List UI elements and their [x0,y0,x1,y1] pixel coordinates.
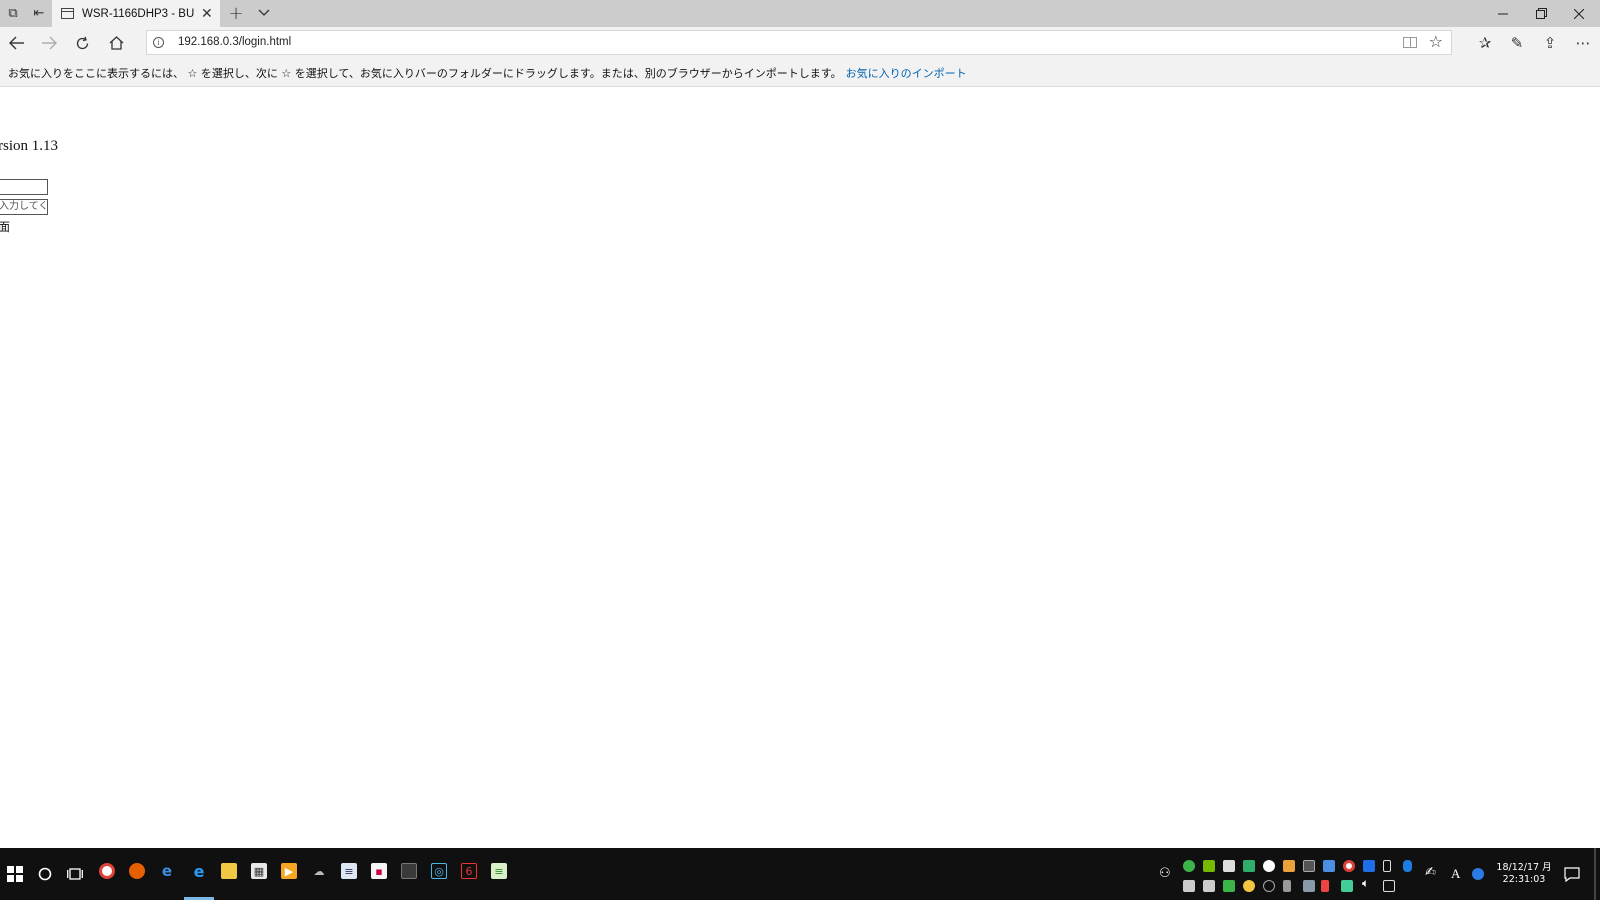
forward-button[interactable] [36,31,62,55]
username-input[interactable] [0,179,48,195]
favorites-bar: お気に入りをここに表示するには、 ☆ を選択し、次に ☆ を選択して、お気に入り… [0,59,1600,87]
network-tool-icon[interactable]: ☁ [311,863,327,879]
tray-app-icon-2[interactable] [1303,860,1315,872]
tray-security-icon[interactable] [1223,860,1235,872]
minimize-button[interactable] [1484,0,1522,27]
screenshot-app-icon[interactable]: ◎ [431,863,447,879]
pdf-app-icon[interactable]: 6 [461,863,477,879]
tab-strip: ⧉ ⇤ WSR-1166DHP3 - BUFFALO ✕ + [0,0,1600,27]
home-button[interactable] [103,31,129,55]
tray-printer-icon-1[interactable] [1183,880,1195,892]
add-favorite-star-icon[interactable]: ☆ [1429,32,1443,51]
page-link-text[interactable]: 面 [0,218,10,235]
web-page-content: rsion 1.13 入力してください 面 [0,88,1600,848]
chrome-icon[interactable] [99,863,115,879]
tray-onedrive-icon[interactable] [1263,860,1275,872]
restore-button[interactable] [1522,0,1560,27]
tray-app-icon-8[interactable] [1283,880,1291,892]
action-center-icon[interactable] [1558,860,1586,888]
notes-app-icon[interactable]: ▪ [371,863,387,879]
tab-router-login[interactable]: WSR-1166DHP3 - BUFFALO ✕ [52,0,220,27]
cortana-search-icon[interactable] [31,860,59,888]
tray-usb-icon[interactable] [1383,860,1391,872]
firefox-icon[interactable] [129,863,145,879]
tray-app-icon-1[interactable] [1283,860,1295,872]
new-tab-button[interactable]: + [225,1,247,25]
store-icon[interactable]: ▦ [251,863,267,879]
navigation-bar: i 192.168.0.3/login.html ☆ ✰ ✎ ⇪ ⋯ [0,27,1600,59]
terminal-app-icon[interactable] [401,863,417,879]
favorites-bar-message: お気に入りをここに表示するには、 ☆ を選択し、次に ☆ を選択して、お気に入り… [8,66,842,80]
tray-app-icon-3[interactable] [1323,860,1335,872]
import-favorites-link[interactable]: お気に入りのインポート [846,65,967,81]
favorites-hub-icon[interactable]: ✰ [1472,31,1498,55]
tray-display-icon[interactable] [1303,880,1315,892]
tray-chrome-icon[interactable] [1343,860,1355,872]
close-window-button[interactable] [1560,0,1598,27]
tray-bluetooth-icon[interactable] [1403,860,1412,872]
tray-app-icon-6[interactable] [1243,880,1255,892]
address-bar[interactable]: i 192.168.0.3/login.html ☆ [146,30,1452,55]
tray-defender-icon[interactable] [1243,860,1255,872]
page-icon [61,8,74,19]
tray-nvidia-icon[interactable] [1203,860,1215,872]
pen-workspace-icon[interactable]: ✍︎ [1425,865,1436,880]
internet-explorer-icon[interactable]: e [159,862,175,880]
network-icon[interactable] [1383,880,1395,892]
tab-title: WSR-1166DHP3 - BUFFALO [82,7,195,20]
document-app-icon[interactable]: ≡ [341,863,357,879]
tab-actions-icon[interactable]: ⧉ [1,2,25,24]
tray-line-icon[interactable] [1183,860,1195,872]
reading-view-icon[interactable] [1403,37,1417,48]
close-tab-icon[interactable]: ✕ [201,6,213,22]
tray-app-icon-4[interactable] [1363,860,1375,872]
start-windows-icon[interactable] [1,860,29,888]
media-player-icon[interactable]: ▶ [281,863,297,879]
tray-app-icon-5[interactable] [1223,880,1235,892]
clock-time: 22:31:03 [1502,874,1546,885]
more-menu-icon[interactable]: ⋯ [1570,31,1596,55]
password-input[interactable]: 入力してください [0,199,48,215]
url-text[interactable]: 192.168.0.3/login.html [178,36,291,48]
share-icon[interactable]: ⇪ [1537,31,1563,55]
back-button[interactable] [4,31,30,55]
clock-date: 18/12/17 月 [1496,862,1552,873]
tray-app-icon-9[interactable] [1321,880,1329,892]
tray-app-icon-7[interactable] [1263,880,1275,892]
set-aside-tabs-icon[interactable]: ⇤ [27,2,51,24]
volume-icon[interactable]: 🔈︎ [1362,876,1369,891]
site-info-icon[interactable]: i [153,37,164,48]
show-desktop-button[interactable] [1594,848,1596,900]
taskbar-clock[interactable]: 18/12/17 月 22:31:03 [1494,862,1554,886]
file-explorer-icon[interactable] [221,863,237,879]
windows-taskbar: e e ▦ ▶ ☁ ≡ ▪ ◎ 6 ≡ ⚇ 🔈︎ ✍︎ A 18/12/17 月… [0,848,1600,900]
task-view-icon[interactable] [61,860,89,888]
people-icon[interactable]: ⚇ [1159,866,1171,881]
tray-printer-icon-2[interactable] [1203,880,1215,892]
ime-mode-icon[interactable]: A [1451,866,1460,882]
tray-app-icon-10[interactable] [1341,880,1353,892]
tab-list-chevron-down-icon[interactable] [253,2,275,24]
tray-app-icon-11[interactable] [1472,868,1484,880]
web-note-pen-icon[interactable]: ✎ [1504,31,1530,55]
edge-icon[interactable]: e [191,862,207,881]
refresh-button[interactable] [69,31,95,55]
spreadsheet-app-icon[interactable]: ≡ [491,863,507,879]
firmware-version-text: rsion 1.13 [0,138,58,154]
